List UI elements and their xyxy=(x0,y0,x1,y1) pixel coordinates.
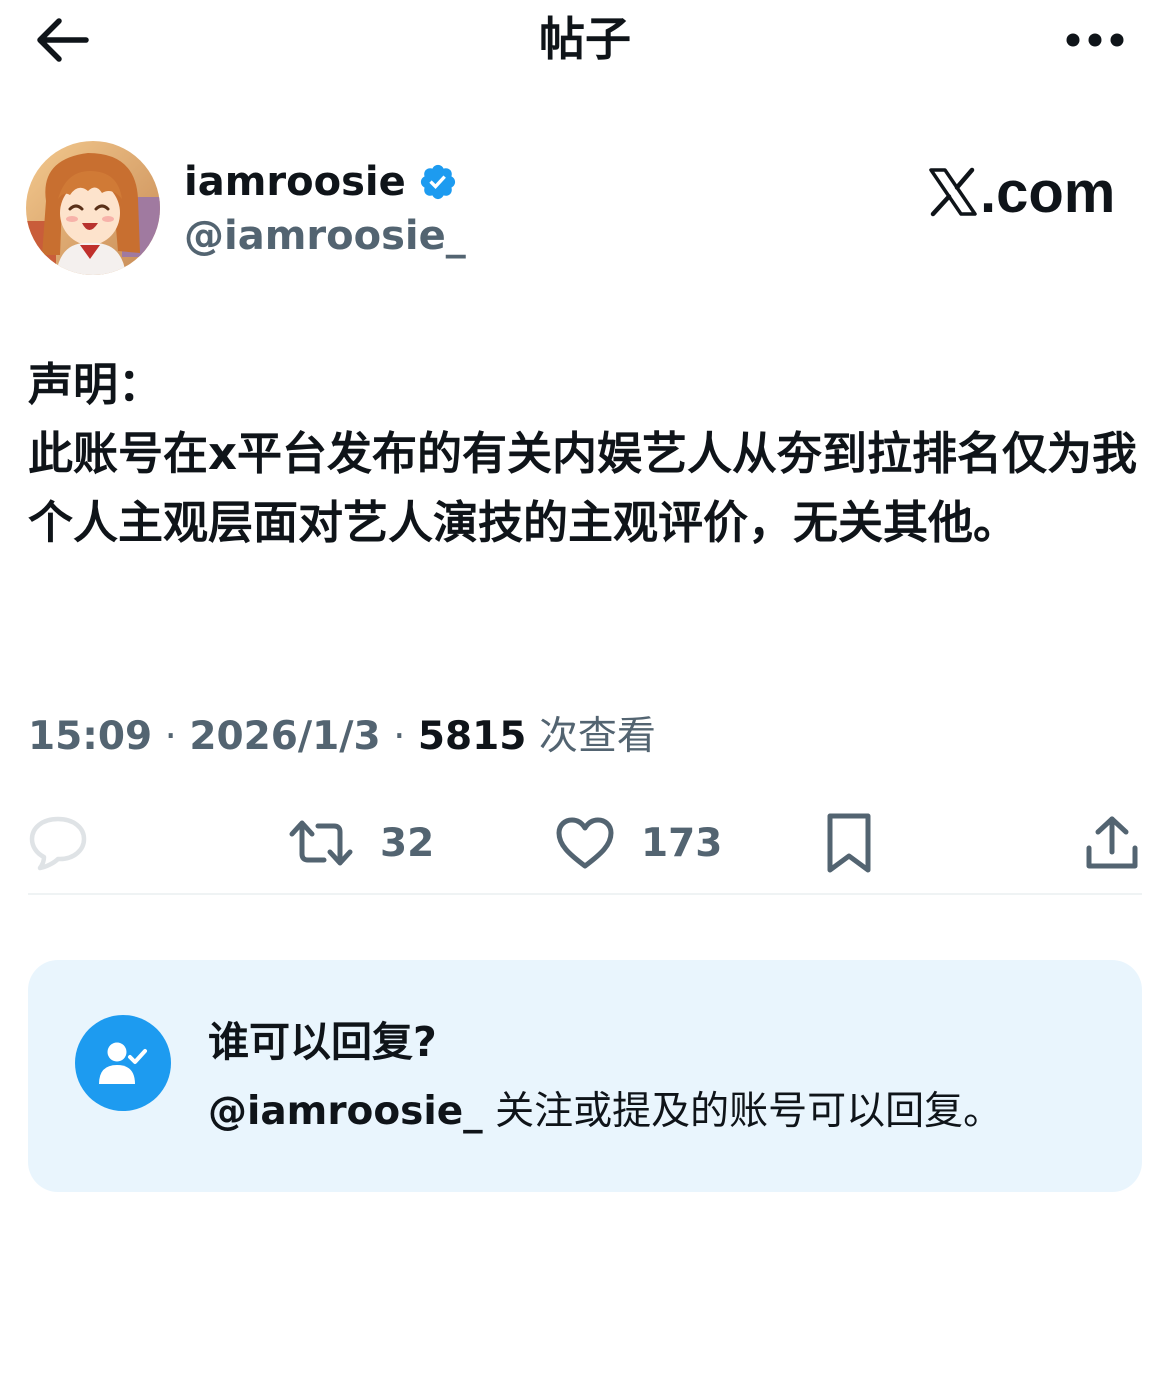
views-count: 5815 xyxy=(417,714,527,759)
reply-restriction-text: 关注或提及的账号可以回复。 xyxy=(482,1089,1003,1134)
bookmark-icon xyxy=(827,813,871,873)
page-title: 帖子 xyxy=(539,12,631,66)
avatar-image xyxy=(26,141,160,275)
display-name: iamroosie xyxy=(184,159,406,205)
retweet-button[interactable]: 32 xyxy=(288,808,434,878)
divider xyxy=(28,893,1142,895)
meta-separator: · xyxy=(380,714,418,759)
views-label: 次查看 xyxy=(538,714,656,759)
reply-bubble-icon xyxy=(29,816,87,871)
author-name-row[interactable]: iamroosie xyxy=(184,154,458,210)
reply-restriction-description: @iamroosie_ 关注或提及的账号可以回复。 xyxy=(208,1084,1002,1140)
reply-button[interactable] xyxy=(28,808,88,878)
bookmark-button[interactable] xyxy=(824,808,874,878)
post-time[interactable]: 15:09 xyxy=(28,714,152,759)
like-button[interactable]: 173 xyxy=(555,808,722,878)
x-logo-icon xyxy=(929,167,977,217)
retweet-count: 32 xyxy=(380,820,435,866)
more-horizontal-icon xyxy=(1066,33,1124,47)
brand-domain: .com xyxy=(980,159,1116,225)
post-date[interactable]: 2026/1/3 xyxy=(189,714,380,759)
reply-restriction-card: 谁可以回复? @iamroosie_ 关注或提及的账号可以回复。 xyxy=(28,960,1142,1192)
meta-separator: · xyxy=(152,714,190,759)
avatar[interactable] xyxy=(26,141,160,275)
back-button[interactable] xyxy=(22,10,102,70)
verified-badge-icon xyxy=(420,164,455,200)
post-meta: 15:09 · 2026/1/3 · 5815 次查看 xyxy=(28,709,656,765)
share-icon xyxy=(1086,816,1138,869)
retweet-icon xyxy=(289,820,353,866)
arrow-left-icon xyxy=(37,18,89,62)
post-text-line: 声明： xyxy=(28,358,164,411)
post-text-line: 此账号在x平台发布的有关内娱艺人从夯到拉排名仅为我个人主观层面对艺人演技的主观评… xyxy=(28,427,1138,549)
more-options-button[interactable] xyxy=(1040,10,1150,70)
author-handle[interactable]: @iamroosie_ xyxy=(184,210,466,262)
post-text: 声明： 此账号在x平台发布的有关内娱艺人从夯到拉排名仅为我个人主观层面对艺人演技… xyxy=(28,350,1142,557)
reply-restriction-icon-circle xyxy=(75,1015,171,1111)
share-button[interactable] xyxy=(1084,808,1140,878)
like-count: 173 xyxy=(641,820,723,866)
heart-icon xyxy=(556,817,614,869)
reply-restriction-title: 谁可以回复? xyxy=(208,1018,437,1066)
reply-restriction-handle[interactable]: @iamroosie_ xyxy=(208,1089,483,1134)
brand-logo: .com xyxy=(928,156,1128,228)
user-check-icon xyxy=(99,1042,147,1084)
